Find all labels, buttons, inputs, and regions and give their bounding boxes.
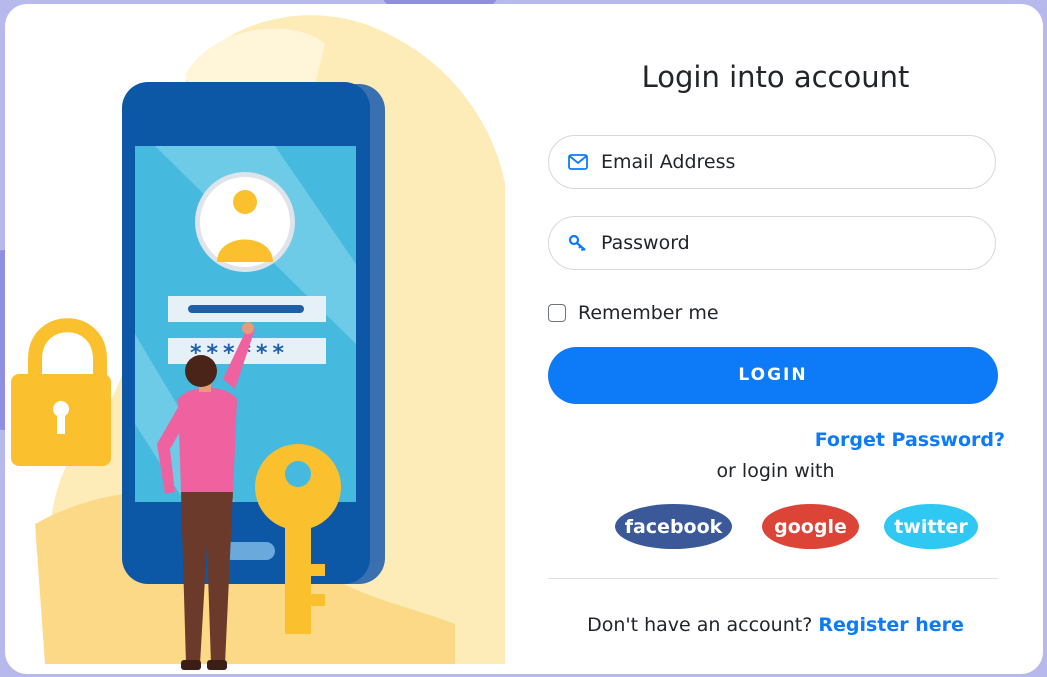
person-shoe [207, 660, 227, 670]
person-torso [178, 387, 237, 492]
forgot-password-link[interactable]: Forget Password? [815, 429, 1005, 451]
key-icon [567, 232, 589, 254]
person-shoe [181, 660, 201, 670]
or-login-with-text: or login with [716, 460, 835, 482]
password-field[interactable] [548, 216, 996, 270]
divider [548, 578, 998, 579]
phone-home-button [223, 542, 275, 560]
google-button[interactable]: google [762, 504, 859, 549]
twitter-button[interactable]: twitter [884, 504, 978, 549]
register-prompt-text: Don't have an account? [587, 614, 813, 636]
facebook-button[interactable]: facebook [615, 504, 732, 549]
key-tooth [311, 564, 325, 576]
page-title: Login into account [641, 60, 910, 94]
person-hand [242, 322, 254, 334]
remember-me[interactable]: Remember me [548, 302, 719, 324]
login-form: Login into account Remember me LOGIN For… [548, 4, 1005, 674]
login-card: ****** Login into account [5, 4, 1043, 674]
remember-checkbox[interactable] [548, 304, 566, 322]
password-input[interactable] [599, 216, 995, 270]
avatar-head [233, 190, 257, 214]
login-illustration: ****** [11, 15, 505, 670]
padlock-shackle [28, 318, 107, 379]
key-tooth [311, 594, 325, 606]
remember-label: Remember me [578, 302, 719, 324]
illus-username-bar [188, 305, 304, 313]
email-input[interactable] [599, 135, 995, 189]
envelope-icon [567, 151, 589, 173]
register-link[interactable]: Register here [818, 614, 964, 636]
padlock-keyhole [57, 409, 65, 434]
email-field[interactable] [548, 135, 996, 189]
person-head [185, 355, 217, 387]
login-button[interactable]: LOGIN [548, 347, 998, 404]
register-prompt: Don't have an account? Register here [548, 614, 1003, 636]
key-shaft [285, 524, 311, 634]
key-bow-hole [285, 461, 311, 487]
